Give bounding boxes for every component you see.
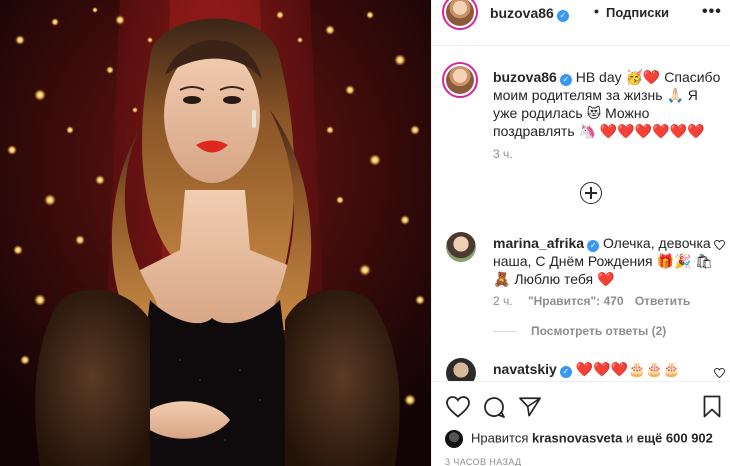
author-username-text[interactable]: buzova86 (490, 5, 554, 21)
post-photo-image (0, 0, 431, 466)
comment-time-marina[interactable]: 2 ч. (493, 294, 513, 308)
posted-time[interactable]: 3 ЧАСОВ НАЗАД (445, 457, 522, 466)
likes-middle: и (625, 430, 634, 446)
instagram-post: buzova86 ✓ • Подписки ••• buzova86 ✓ HB da… (0, 0, 730, 466)
comment-like-heart-icon[interactable] (714, 240, 725, 250)
comment-meta-marina: 2 ч. "Нравится": 470 Ответить (493, 294, 690, 308)
caption-time[interactable]: 3 ч. (493, 147, 513, 161)
comment-marina: marina_afrika ✓ Олечка, девочка наша, С Д… (493, 234, 715, 288)
likes-prefix: Нравится (471, 430, 529, 446)
comment-verified-badge-icon-2: ✓ (559, 366, 572, 378)
load-more-comments-icon[interactable] (580, 182, 602, 204)
comment-text-navatskiy: ❤️❤️❤️🎂🎂🎂 (575, 361, 681, 377)
post-sidebar: buzova86 ✓ • Подписки ••• buzova86 ✓ HB da… (431, 0, 730, 466)
post-action-bar: Нравится krasnovasveta и ещё 600 902 3 Ч… (432, 381, 730, 466)
caption-username[interactable]: buzova86 (493, 69, 557, 85)
view-replies-button[interactable]: Посмотреть ответы (2) (493, 324, 666, 338)
post-caption: buzova86 ✓ HB day 🥳❤️ Спасибо моим родите… (493, 68, 721, 140)
comment-avatar-marina[interactable] (446, 232, 476, 262)
comment-like-heart-icon-2[interactable] (714, 368, 725, 378)
save-bookmark-icon[interactable] (703, 395, 721, 418)
follow-button[interactable]: Подписки (606, 5, 669, 20)
comment-username-marina[interactable]: marina_afrika (493, 235, 584, 251)
caption-verified-badge-icon: ✓ (559, 74, 572, 86)
comment-likes-marina[interactable]: "Нравится": 470 (528, 294, 624, 308)
likes-count[interactable]: ещё 600 902 (637, 430, 713, 445)
caption-avatar[interactable] (442, 62, 478, 98)
comment-bubble-icon[interactable] (482, 395, 506, 419)
verified-badge-icon: ✓ (556, 10, 569, 22)
liker-avatar[interactable] (445, 430, 463, 448)
more-options-icon[interactable]: ••• (702, 3, 722, 21)
caption-avatar-image (446, 66, 474, 94)
author-username[interactable]: buzova86 ✓ (490, 5, 569, 22)
post-photo[interactable] (0, 0, 431, 466)
share-direct-icon[interactable] (519, 396, 541, 417)
author-avatar[interactable] (442, 0, 478, 30)
comment-verified-badge-icon: ✓ (587, 240, 600, 252)
comment-username-navatskiy[interactable]: navatskiy (493, 361, 557, 377)
header-dot-separator: • (594, 3, 599, 19)
likes-summary: Нравится krasnovasveta и ещё 600 902 (445, 430, 713, 448)
author-avatar-image (446, 0, 474, 26)
reply-button[interactable]: Ответить (635, 294, 690, 308)
comment-navatskiy: navatskiy ✓ ❤️❤️❤️🎂🎂🎂 (493, 360, 715, 378)
header-divider (432, 45, 730, 46)
like-heart-icon[interactable] (446, 396, 470, 418)
post-header: buzova86 ✓ • Подписки ••• (432, 0, 730, 30)
likes-user[interactable]: krasnovasveta (532, 430, 622, 445)
